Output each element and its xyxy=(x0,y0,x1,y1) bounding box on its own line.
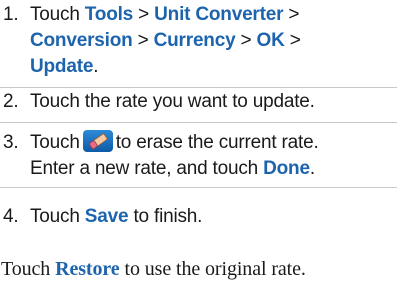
eraser-icon xyxy=(82,130,113,152)
step-number: 4. xyxy=(3,206,19,227)
path-separator: > xyxy=(138,4,150,25)
step-2-sentence: Touch the rate you want to update. xyxy=(30,91,315,112)
step-4-text: Touch Save to finish. xyxy=(30,204,395,230)
footer-sentence: to use the original rate. xyxy=(124,258,306,280)
step-1-text: Touch Tools > Unit Converter > Conversio… xyxy=(30,2,395,80)
step-number: 1. xyxy=(3,4,19,25)
keyword-save: Save xyxy=(84,206,129,227)
step-number: 2. xyxy=(3,91,19,112)
step-3-sentence: to erase the current rate. xyxy=(115,132,319,153)
keyword-currency: Currency xyxy=(153,30,236,51)
divider xyxy=(0,87,397,88)
step-2-text: Touch the rate you want to update. xyxy=(30,89,395,115)
keyword-ok: OK xyxy=(256,30,285,51)
path-separator: > xyxy=(240,30,252,51)
keyword-tools: Tools xyxy=(84,4,134,25)
path-separator: > xyxy=(289,30,301,51)
step-number: 3. xyxy=(3,132,19,153)
keyword-done: Done xyxy=(263,158,310,179)
period: . xyxy=(309,158,315,179)
keyword-restore: Restore xyxy=(55,258,120,280)
touch-word: Touch xyxy=(30,206,80,227)
keyword-conversion: Conversion xyxy=(30,30,133,51)
footer-note: Touch Restore to use the original rate. xyxy=(1,256,397,282)
touch-word: Touch xyxy=(30,4,80,25)
period: . xyxy=(93,56,99,77)
keyword-update: Update xyxy=(30,56,94,77)
touch-word: Touch xyxy=(1,258,51,280)
step-4-sentence: to finish. xyxy=(133,206,203,227)
divider xyxy=(0,187,397,188)
step-3-text: Touch to erase the current rate. Enter a… xyxy=(30,130,395,182)
step-3-line2: Enter a new rate, and touch xyxy=(30,158,259,179)
touch-word: Touch xyxy=(30,132,80,153)
path-separator: > xyxy=(137,30,149,51)
divider xyxy=(0,122,397,123)
keyword-unit-converter: Unit Converter xyxy=(154,4,284,25)
path-separator: > xyxy=(288,4,300,25)
